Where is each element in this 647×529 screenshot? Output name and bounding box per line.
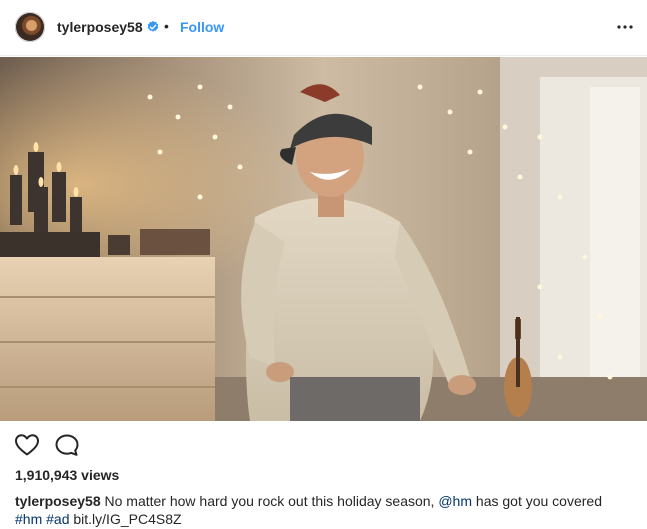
separator-dot: •	[164, 18, 169, 34]
follow-button[interactable]: Follow	[180, 19, 224, 35]
username-link[interactable]: tylerposey58	[57, 19, 143, 35]
more-options-icon[interactable]	[615, 18, 635, 36]
caption-username[interactable]: tylerposey58	[15, 493, 101, 509]
post-photo[interactable]	[0, 57, 647, 421]
post-photo-image	[0, 57, 647, 421]
view-count: 1,910,943 views	[15, 467, 120, 483]
mention-link[interactable]: @hm	[438, 493, 472, 509]
avatar[interactable]	[15, 12, 45, 42]
comment-bubble-icon[interactable]	[54, 433, 80, 457]
post-header: tylerposey58 • Follow	[0, 0, 647, 56]
hashtag-hm[interactable]: #hm	[15, 511, 42, 527]
hashtag-ad[interactable]: #ad	[46, 511, 69, 527]
post-caption: tylerposey58 No matter how hard you rock…	[15, 492, 635, 528]
verified-badge-icon	[147, 20, 159, 32]
heart-icon[interactable]	[14, 433, 40, 457]
instagram-post: tylerposey58 • Follow 1,910,943 views ty…	[0, 0, 647, 529]
caption-text-2: has got you covered	[472, 493, 602, 509]
caption-text-1: No matter how hard you rock out this hol…	[100, 493, 439, 509]
caption-link-text: bit.ly/IG_PC4S8Z	[73, 511, 182, 527]
